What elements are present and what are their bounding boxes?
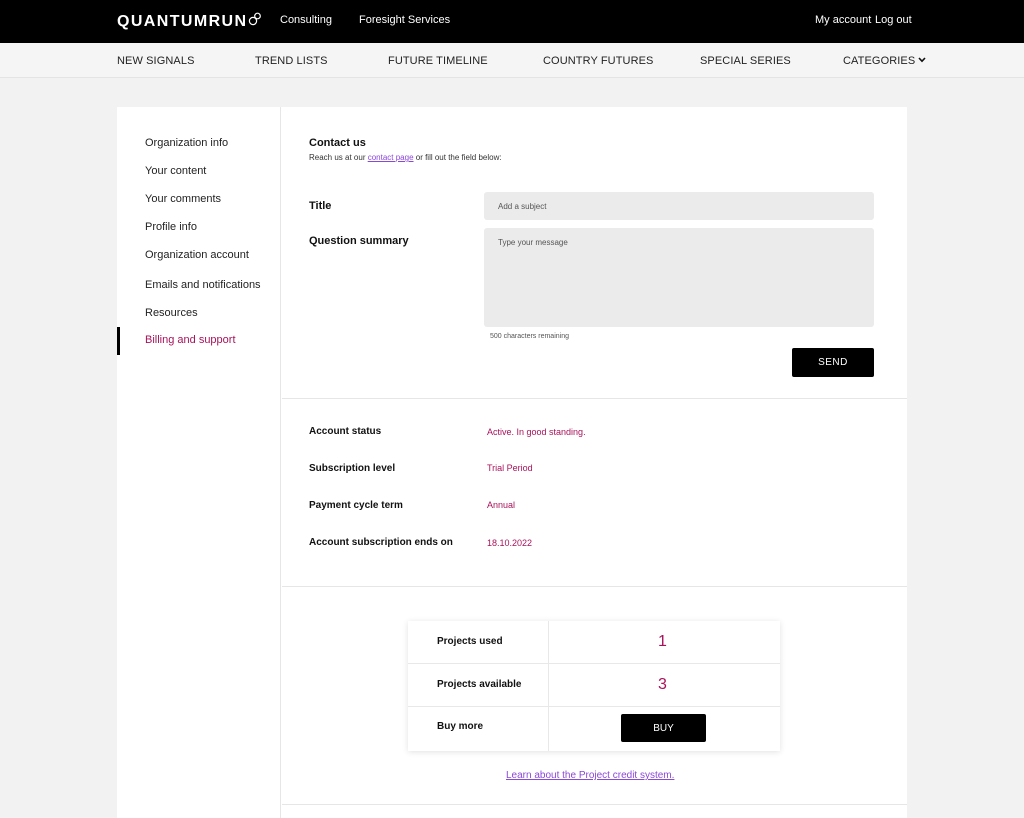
projects-used-value: 1 (658, 633, 667, 650)
project-credit-link[interactable]: Learn about the Project credit system. (506, 770, 674, 781)
section-divider (282, 586, 907, 587)
active-indicator (117, 327, 120, 355)
subject-input[interactable] (484, 192, 874, 220)
account-status-label: Account status (309, 426, 382, 437)
subscription-end-label: Account subscription ends on (309, 537, 453, 548)
contact-page-link[interactable]: contact page (368, 153, 414, 162)
subscription-level-value: Trial Period (487, 463, 533, 473)
sidebar-item-emails-notifications[interactable]: Emails and notifications (145, 279, 261, 291)
logout-link[interactable]: Log out (875, 14, 912, 26)
sidebar-item-resources[interactable]: Resources (145, 307, 198, 319)
contact-subtitle-prefix: Reach us at our (309, 153, 368, 162)
payment-cycle-value: Annual (487, 500, 516, 510)
my-account-link[interactable]: My account (815, 14, 871, 26)
settings-card: Organization info Your content Your comm… (117, 107, 907, 818)
projects-used-label: Projects used (437, 636, 503, 647)
sidebar-item-organization-info[interactable]: Organization info (145, 137, 228, 149)
account-status-value: Active. In good standing. (487, 427, 586, 437)
buy-more-label: Buy more (437, 721, 484, 732)
billing-support-content: Contact us Reach us at our contact page … (282, 107, 907, 818)
settings-sidebar: Organization info Your content Your comm… (117, 107, 281, 818)
projects-used-row: Projects used 1 (408, 621, 780, 664)
buy-button[interactable]: BUY (621, 714, 706, 742)
nav-categories-label: CATEGORIES (843, 55, 916, 67)
chevron-down-icon (918, 57, 926, 63)
characters-remaining: 500 characters remaining (490, 333, 569, 340)
projects-available-row: Projects available 3 (408, 664, 780, 707)
nav-new-signals[interactable]: NEW SIGNALS (117, 55, 195, 67)
foresight-services-link[interactable]: Foresight Services (359, 14, 450, 26)
contact-title: Contact us (309, 137, 366, 149)
nav-country-futures[interactable]: COUNTRY FUTURES (543, 55, 654, 67)
projects-table: Projects used 1 Projects available 3 Buy… (408, 621, 780, 751)
subscription-end-value: 18.10.2022 (487, 538, 533, 548)
subscription-level-label: Subscription level (309, 463, 396, 474)
message-textarea[interactable] (484, 228, 874, 327)
contact-subtitle: Reach us at our contact page or fill out… (309, 153, 502, 162)
sidebar-item-your-comments[interactable]: Your comments (145, 193, 221, 205)
question-summary-label: Question summary (309, 235, 409, 247)
sidebar-item-billing-support[interactable]: Billing and support (145, 334, 236, 346)
send-button[interactable]: SEND (792, 348, 874, 377)
section-divider (282, 398, 907, 399)
nav-categories-dropdown[interactable]: CATEGORIES (843, 55, 926, 67)
payment-cycle-label: Payment cycle term (309, 500, 403, 511)
sidebar-item-your-content[interactable]: Your content (145, 165, 206, 177)
sidebar-item-organization-account[interactable]: Organization account (145, 249, 249, 261)
top-bar: QUANTUMRUN Consulting Foresight Services… (0, 0, 1024, 43)
section-divider (282, 804, 907, 805)
projects-available-label: Projects available (437, 679, 522, 690)
nav-trend-lists[interactable]: TREND LISTS (255, 55, 328, 67)
consulting-link[interactable]: Consulting (280, 14, 332, 26)
buy-more-row: Buy more BUY (408, 707, 780, 750)
brand-logo[interactable]: QUANTUMRUN (117, 11, 262, 33)
projects-available-value: 3 (658, 676, 667, 693)
logo-text: QUANTUMRUN (117, 13, 248, 30)
title-label: Title (309, 200, 332, 212)
contact-subtitle-suffix: or fill out the field below: (413, 153, 502, 162)
main-nav: NEW SIGNALS TREND LISTS FUTURE TIMELINE … (0, 43, 1024, 78)
logo-mark-icon (249, 12, 262, 26)
nav-special-series[interactable]: SPECIAL SERIES (700, 55, 791, 67)
sidebar-item-profile-info[interactable]: Profile info (145, 221, 197, 233)
nav-future-timeline[interactable]: FUTURE TIMELINE (388, 55, 488, 67)
